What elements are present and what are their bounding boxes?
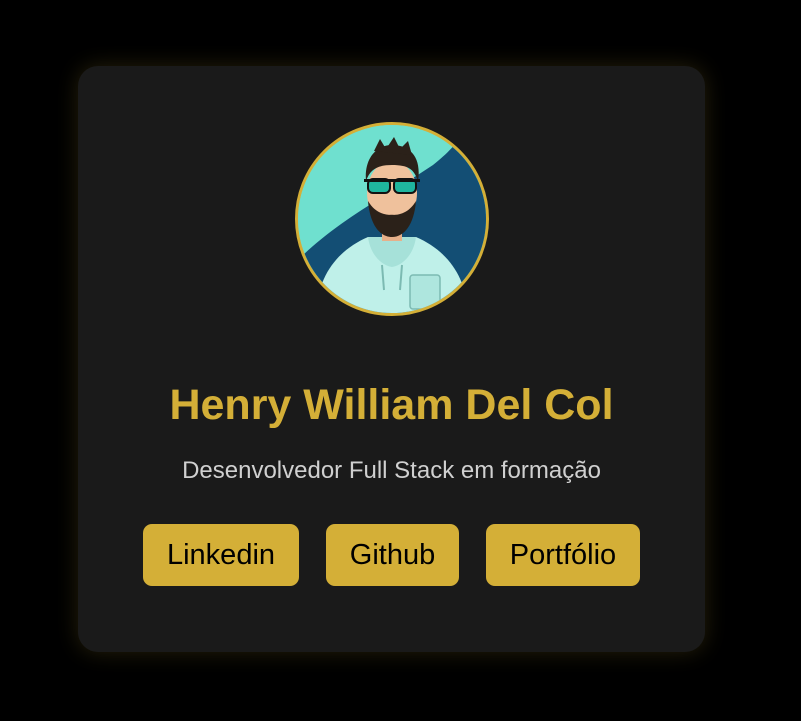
github-button[interactable]: Github [326,524,459,586]
developer-avatar-icon [298,125,486,313]
profile-card: Henry William Del Col Desenvolvedor Full… [78,66,705,652]
profile-subtitle: Desenvolvedor Full Stack em formação [182,457,601,484]
linkedin-button[interactable]: Linkedin [143,524,299,586]
profile-name: Henry William Del Col [169,381,614,429]
profile-avatar [295,122,489,316]
social-links: Linkedin Github Portfólio [78,524,705,586]
portfolio-button[interactable]: Portfólio [486,524,640,586]
